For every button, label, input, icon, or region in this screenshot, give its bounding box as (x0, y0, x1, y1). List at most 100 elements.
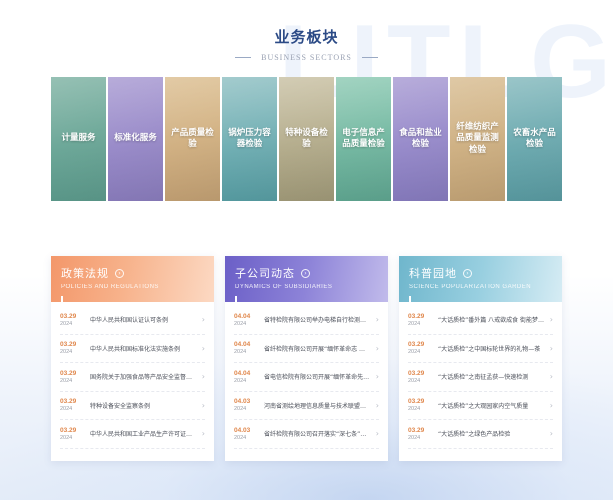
sector-card-standardization[interactable]: 标准化服务 (108, 77, 163, 201)
chevron-right-icon: › (201, 372, 205, 382)
sector-card-electronics[interactable]: 电子信息产品质量检验 (336, 77, 391, 201)
sector-card-metrology[interactable]: 计量服务 (51, 77, 106, 201)
section-header: 业务板块 BUSINESS SECTORS (0, 26, 613, 62)
sector-label: 产品质量检验 (171, 127, 214, 149)
item-year: 2024 (234, 349, 247, 356)
list-item[interactable]: 03.29 2024 “大话质检”之绿色产品检验 › (408, 420, 553, 449)
sector-card-food-salt[interactable]: 食品和盐业检验 (393, 77, 448, 201)
more-arrow-icon[interactable]: › (463, 268, 472, 278)
item-year: 2024 (234, 377, 247, 384)
item-year: 2024 (60, 377, 73, 384)
item-year: 2024 (408, 349, 421, 356)
news-list: 04.042024省特检院有限公司举办电梯自行检测技术培训› 04.042024… (225, 306, 388, 449)
sector-label: 电子信息产品质量检验 (342, 127, 385, 149)
list-item[interactable]: 03.29 2024 中华人民共和国标准化法实施条例 › (60, 335, 205, 363)
item-title[interactable]: “大话质检”之绿色产品检验 (436, 429, 545, 438)
item-title[interactable]: 国务院关于加强食品等产品安全监督管理的特别规定 (88, 372, 197, 381)
news-list: 03.29 2024 中华人民共和国认证认可条例 › 03.29 2024 中华人民共和国… (51, 306, 214, 449)
sector-label: 标准化服务 (114, 133, 157, 144)
sector-label: 食品和盐业检验 (399, 127, 442, 149)
item-date: 03.29 (60, 369, 77, 377)
panel-subtitle: DYNAMICS OF SUBSIDIARIES (235, 284, 333, 290)
item-year: 2024 (408, 406, 421, 413)
chevron-right-icon: › (201, 400, 205, 410)
item-title[interactable]: 中华人民共和国工业产品生产许可证管理条例 (88, 429, 197, 438)
item-year: 2024 (408, 434, 421, 441)
sector-label: 纤维纺织产品质量监测检验 (456, 121, 499, 155)
list-item[interactable]: 04.042024 省电信检院有限公司开展“缅怀革命先烈 传承红色基因”活动 › (234, 363, 379, 392)
panel-header: 科普园地 › SCIENCE POPULARIZATION GARDEN (399, 256, 562, 302)
item-year: 2024 (234, 406, 247, 413)
list-item[interactable]: 03.29 2024 “大话质检”番外篇 八戒欲成食 街能梦谭记 › (408, 306, 553, 335)
more-arrow-icon[interactable]: › (115, 268, 124, 278)
item-title[interactable]: 省纤检院有限公司开展“缅怀革命志 共筑中国梦”主题活动 (262, 344, 371, 353)
item-date: 03.29 (408, 426, 425, 434)
chevron-right-icon: › (549, 429, 553, 439)
sector-label: 锅炉压力容器检验 (228, 127, 271, 149)
header-indicator (61, 296, 63, 302)
item-year: 2024 (408, 320, 421, 327)
list-item[interactable]: 04.042024 省特检院有限公司举办电梯自行检测技术培训 › (234, 306, 379, 335)
panel-subsidiaries: 子公司动态 › DYNAMICS OF SUBSIDIARIES 04.04 20… (225, 256, 388, 461)
panel-science: 科普园地 › SCIENCE POPULARIZATION GARDEN 03.… (399, 256, 562, 461)
item-year: 2024 (234, 434, 247, 441)
list-item[interactable]: 03.29 2024 “大话质检”之南征孟获—快速检测 › (408, 363, 553, 392)
item-date: 03.29 (60, 426, 77, 434)
chevron-right-icon: › (201, 429, 205, 439)
list-item[interactable]: 04.032024 省纤检院有限公司召开落实“深七条”工作推进会 › (234, 420, 379, 449)
item-year: 2024 (408, 377, 421, 384)
chevron-right-icon: › (549, 372, 553, 382)
chevron-right-icon: › (549, 400, 553, 410)
list-item[interactable]: 04.032024 河南省测绘地理信息质量与技术联盟在郑州成立 › (234, 392, 379, 420)
panel-title: 科普园地 (409, 267, 457, 280)
sector-label: 特种设备检验 (285, 127, 328, 149)
header-indicator (235, 296, 237, 302)
item-date: 04.04 (234, 312, 251, 320)
sector-card-agri-products[interactable]: 农畜水产品检验 (507, 77, 562, 201)
news-list: 03.29 2024 “大话质检”番外篇 八戒欲成食 街能梦谭记 › 03.29 202… (399, 306, 562, 449)
chevron-right-icon: › (201, 315, 205, 325)
chevron-right-icon: › (375, 372, 379, 382)
chevron-right-icon: › (375, 400, 379, 410)
chevron-right-icon: › (375, 429, 379, 439)
item-date: 04.03 (234, 398, 251, 406)
chevron-right-icon: › (375, 315, 379, 325)
item-date: 03.29 (60, 341, 77, 349)
item-title[interactable]: “大话质检”番外篇 八戒欲成食 街能梦谭记 (436, 315, 545, 324)
sector-card-special-equipment[interactable]: 特种设备检验 (279, 77, 334, 201)
item-date: 03.29 (60, 312, 77, 320)
sector-card-textile[interactable]: 纤维纺织产品质量监测检验 (450, 77, 505, 201)
list-item[interactable]: 03.29 2024 中华人民共和国认证认可条例 › (60, 306, 205, 335)
item-title[interactable]: 省电信检院有限公司开展“缅怀革命先烈 传承红色基因”活动 (262, 372, 371, 381)
item-title[interactable]: 省纤检院有限公司召开落实“深七条”工作推进会 (262, 429, 371, 438)
sector-card-boiler-vessel[interactable]: 锅炉压力容器检验 (222, 77, 277, 201)
list-item[interactable]: 03.29 2024 “大话质检”之中国标轮世界的礼物—茶 › (408, 335, 553, 363)
list-item[interactable]: 03.292024 中华人民共和国工业产品生产许可证管理条例 › (60, 420, 205, 449)
item-date: 04.03 (234, 426, 251, 434)
item-date: 03.29 (408, 398, 425, 406)
item-title[interactable]: “大话质检”之南征孟获—快速检测 (436, 372, 545, 381)
chevron-right-icon: › (201, 343, 205, 353)
item-title[interactable]: “大话质检”之大观园家内空气质量 (436, 401, 545, 410)
chevron-right-icon: › (549, 343, 553, 353)
item-title[interactable]: 中华人民共和国标准化法实施条例 (88, 344, 197, 353)
list-item[interactable]: 03.29 2024 “大话质检”之大观园家内空气质量 › (408, 392, 553, 420)
list-item[interactable]: 03.292024 国务院关于加强食品等产品安全监督管理的特别规定 › (60, 363, 205, 392)
panel-header: 子公司动态 › DYNAMICS OF SUBSIDIARIES (225, 256, 388, 302)
item-date: 03.29 (60, 398, 77, 406)
item-year: 2024 (60, 320, 73, 327)
list-item[interactable]: 03.29 2024 特种设备安全监察条例 › (60, 392, 205, 420)
item-title[interactable]: “大话质检”之中国标轮世界的礼物—茶 (436, 344, 545, 353)
chevron-right-icon: › (549, 315, 553, 325)
sector-card-product-quality[interactable]: 产品质量检验 (165, 77, 220, 201)
list-item[interactable]: 04.042024 省纤检院有限公司开展“缅怀革命志 共筑中国梦”主题活动 › (234, 335, 379, 363)
more-arrow-icon[interactable]: › (301, 268, 310, 278)
item-year: 2024 (60, 434, 73, 441)
item-title[interactable]: 河南省测绘地理信息质量与技术联盟在郑州成立 (262, 401, 371, 410)
item-title[interactable]: 中华人民共和国认证认可条例 (88, 315, 197, 324)
item-title[interactable]: 省特检院有限公司举办电梯自行检测技术培训 (262, 315, 371, 324)
sector-label: 农畜水产品检验 (513, 127, 556, 149)
item-title[interactable]: 特种设备安全监察条例 (88, 401, 197, 410)
item-year: 2024 (234, 320, 247, 327)
panel-subtitle: POLICIES AND REGULATIONS (61, 284, 159, 290)
